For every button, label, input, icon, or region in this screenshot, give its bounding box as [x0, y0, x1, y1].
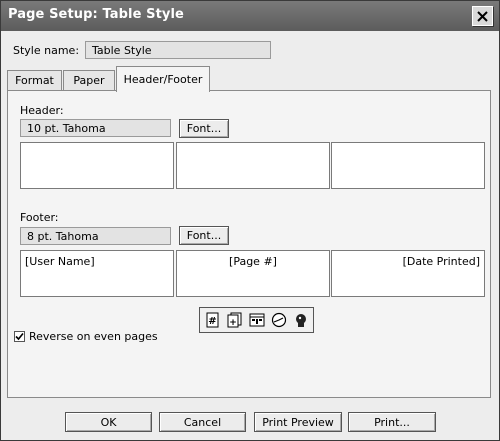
footer-center-section[interactable]: [Page #] [176, 250, 330, 297]
title-bar[interactable]: Page Setup: Table Style [1, 1, 499, 31]
header-right-section[interactable] [331, 142, 485, 189]
header-font-button[interactable]: Font... [179, 119, 229, 138]
date-icon[interactable] [249, 312, 265, 328]
print-preview-button[interactable]: Print Preview [254, 412, 342, 432]
tab-paper[interactable]: Paper [63, 70, 115, 90]
header-left-section[interactable] [20, 142, 174, 189]
insert-field-toolbar: # + [199, 307, 314, 333]
total-pages-icon[interactable]: + [227, 312, 243, 328]
close-button[interactable] [472, 6, 493, 26]
footer-font-display: 8 pt. Tahoma [20, 227, 171, 245]
footer-label: Footer: [20, 211, 59, 224]
style-name-label-text: Style name: [13, 44, 80, 57]
reverse-even-pages-label[interactable]: Reverse on even pages [29, 330, 158, 343]
page-number-icon[interactable]: # [205, 312, 221, 328]
header-label: Header: [20, 104, 64, 117]
footer-font-button[interactable]: Font... [179, 226, 229, 245]
style-name-label: Style name: [13, 44, 79, 57]
reverse-even-pages-checkbox[interactable] [14, 331, 25, 342]
header-center-section[interactable] [176, 142, 330, 189]
header-font-display: 10 pt. Tahoma [20, 119, 171, 137]
svg-text:+: + [229, 318, 237, 328]
time-icon[interactable] [271, 312, 287, 328]
print-button[interactable]: Print... [348, 412, 436, 432]
close-icon [477, 10, 488, 22]
dialog-title: Page Setup: Table Style [8, 7, 184, 22]
tab-format[interactable]: Format [7, 70, 62, 90]
dialog-button-bar: OK Cancel Print Preview Print... [1, 399, 499, 440]
user-name-icon[interactable] [293, 312, 309, 328]
style-name-field: Table Style [85, 41, 271, 59]
footer-right-section[interactable]: [Date Printed] [331, 250, 485, 297]
cancel-button[interactable]: Cancel [159, 412, 246, 432]
ok-button[interactable]: OK [65, 412, 152, 432]
svg-text:#: # [208, 316, 216, 327]
page-setup-dialog: Page Setup: Table Style Style name: Tabl… [0, 0, 500, 441]
tab-header-footer[interactable]: Header/Footer [116, 66, 210, 92]
footer-left-section[interactable]: [User Name] [20, 250, 174, 297]
checkmark-icon [15, 332, 24, 341]
